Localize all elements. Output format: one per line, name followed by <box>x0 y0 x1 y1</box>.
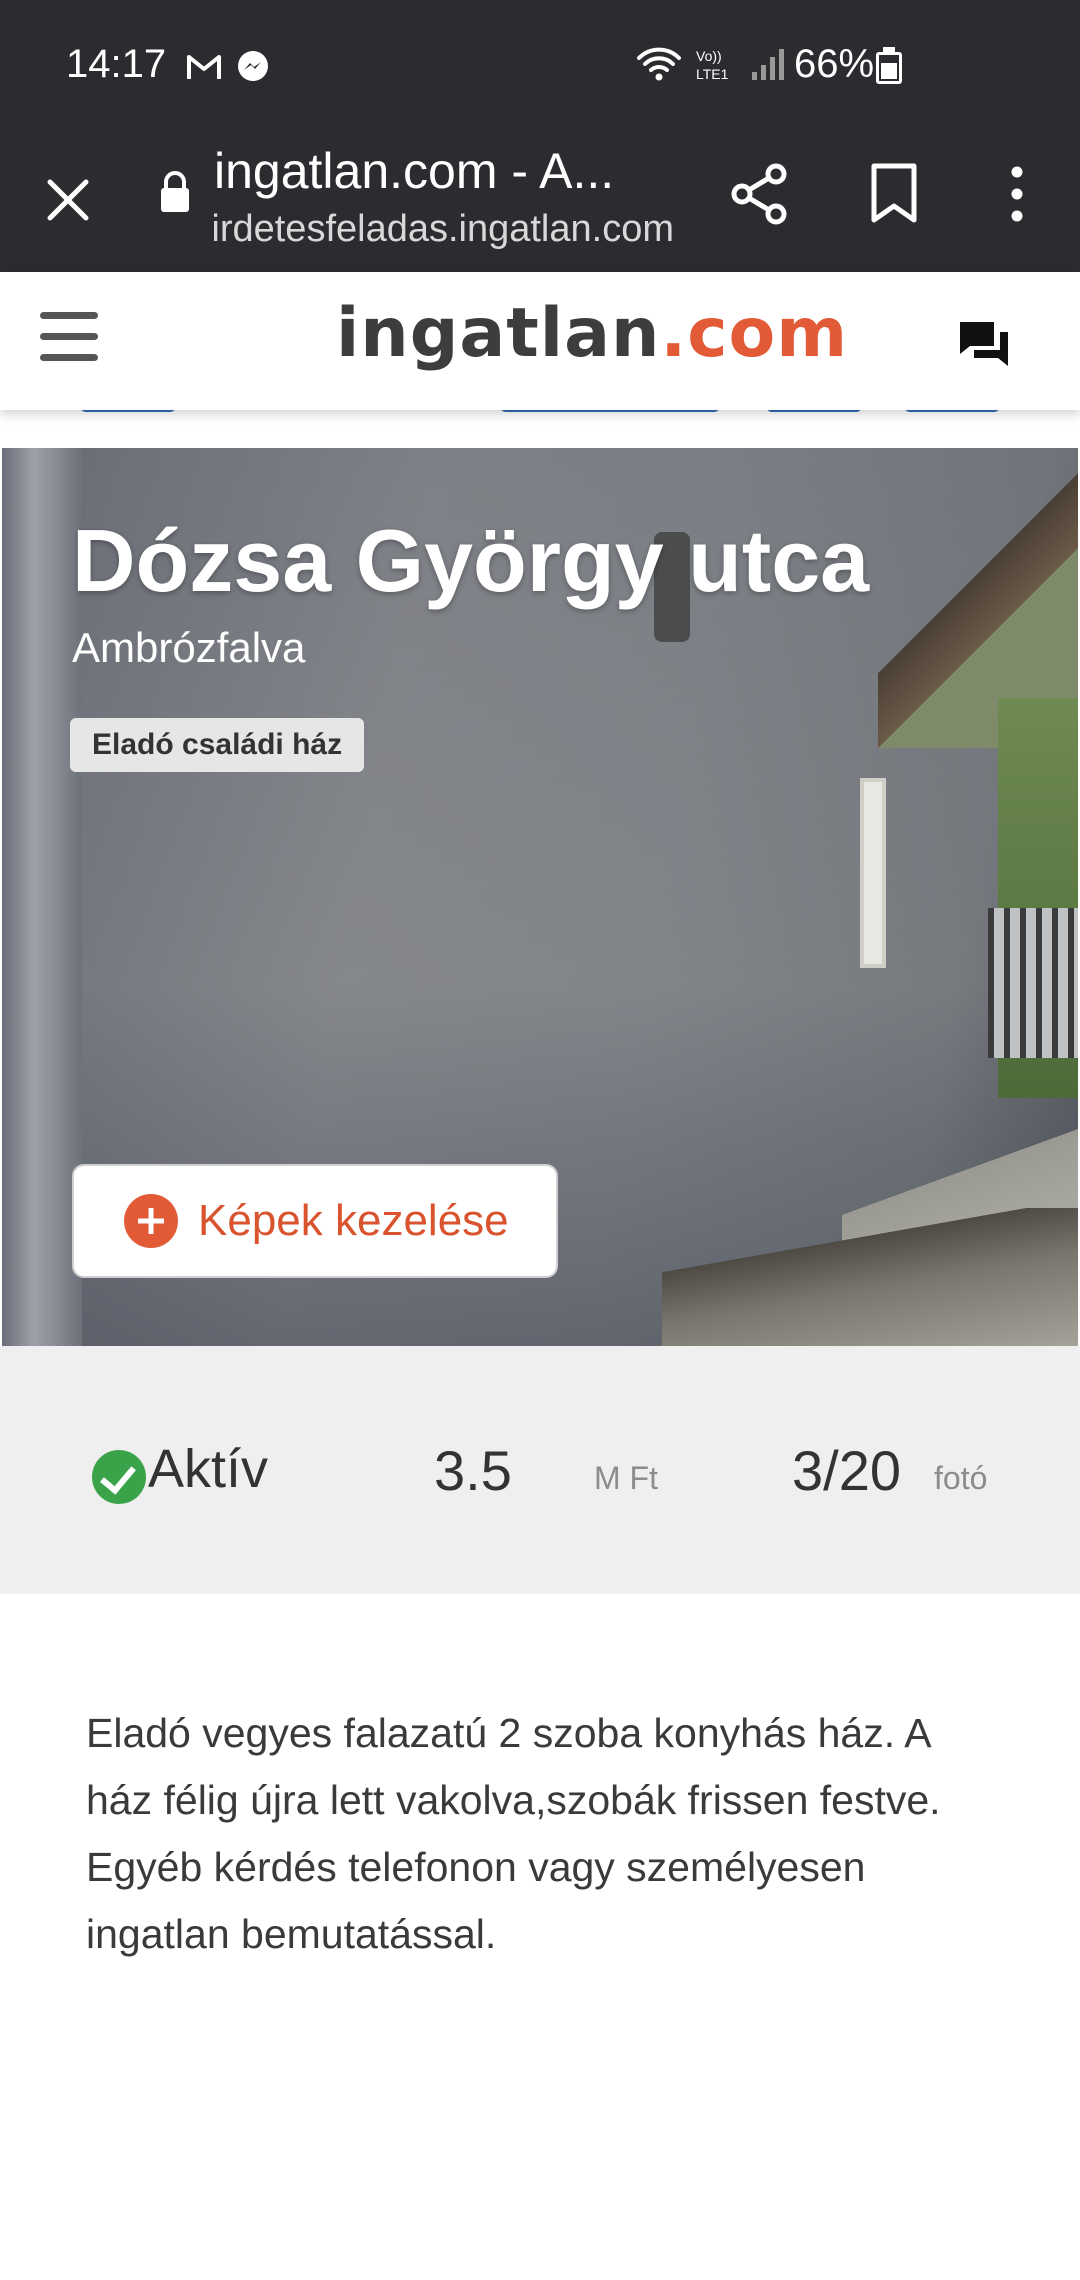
listing-status: Aktív <box>148 1439 269 1499</box>
logo-text-domain: .com <box>660 294 849 373</box>
manage-photos-label: Képek kezelése <box>198 1196 509 1245</box>
messenger-icon <box>238 51 268 81</box>
more-vert-icon[interactable] <box>1000 162 1034 226</box>
hamburger-icon[interactable] <box>40 312 100 370</box>
photo-count-unit: fotó <box>934 1460 988 1496</box>
url-host[interactable]: hirdetesfeladas.ingatlan.com <box>214 208 674 251</box>
bookmark-icon[interactable] <box>868 162 920 224</box>
signal-icon <box>752 49 784 80</box>
page-title[interactable]: ingatlan.com - A... <box>214 142 674 200</box>
listing-type-badge: Eladó családi ház <box>70 718 365 772</box>
plus-circle-icon <box>124 1194 178 1248</box>
listing-title: Dózsa György utca <box>72 511 870 610</box>
battery-icon <box>876 47 902 84</box>
photo-window <box>860 778 886 968</box>
photo-fence <box>988 908 1078 1058</box>
share-icon[interactable] <box>730 162 790 226</box>
listing-stats: Aktív 3.5 M Ft 3/20 fotó <box>0 1346 1080 1594</box>
svg-text:Vo)): Vo)) <box>696 48 722 64</box>
listing-description: Eladó vegyes falazatú 2 szoba konyhás há… <box>86 1710 941 1957</box>
manage-photos-button[interactable]: Képek kezelése <box>72 1164 558 1278</box>
status-time: 14:17 <box>66 42 167 86</box>
listing-price: 3.5 <box>434 1439 512 1502</box>
logo-text-main: ingatlan <box>336 294 661 373</box>
photo-count: 3/20 <box>792 1439 901 1502</box>
browser-toolbar: ingatlan.com - A... hirdetesfeladas.inga… <box>0 132 1080 272</box>
system-icons: Vo)) LTE1 <box>636 46 786 82</box>
photo-wall-corner <box>2 448 82 1346</box>
site-logo[interactable]: ingatlan.com <box>336 294 848 373</box>
listing-city: Ambrózfalva <box>72 624 306 671</box>
listing-price-unit: M Ft <box>594 1460 658 1496</box>
notification-icons <box>186 50 270 84</box>
status-bar: 14:17 Vo)) LTE1 66% <box>0 0 1080 132</box>
volte-icon: Vo)) LTE1 <box>696 48 729 82</box>
battery-percent: 66% <box>794 42 875 86</box>
photo-stone-base <box>662 1208 1078 1346</box>
site-header: ingatlan.com <box>0 272 1080 410</box>
listing-hero-photo: Dózsa György utca Ambrózfalva Eladó csal… <box>2 448 1078 1346</box>
check-circle-icon <box>92 1450 146 1504</box>
svg-text:LTE1: LTE1 <box>696 66 729 82</box>
close-icon[interactable] <box>40 172 96 228</box>
chat-icon[interactable] <box>956 316 1012 372</box>
lock-icon <box>161 171 189 212</box>
gmail-icon <box>187 55 221 79</box>
wifi-icon <box>637 47 681 81</box>
